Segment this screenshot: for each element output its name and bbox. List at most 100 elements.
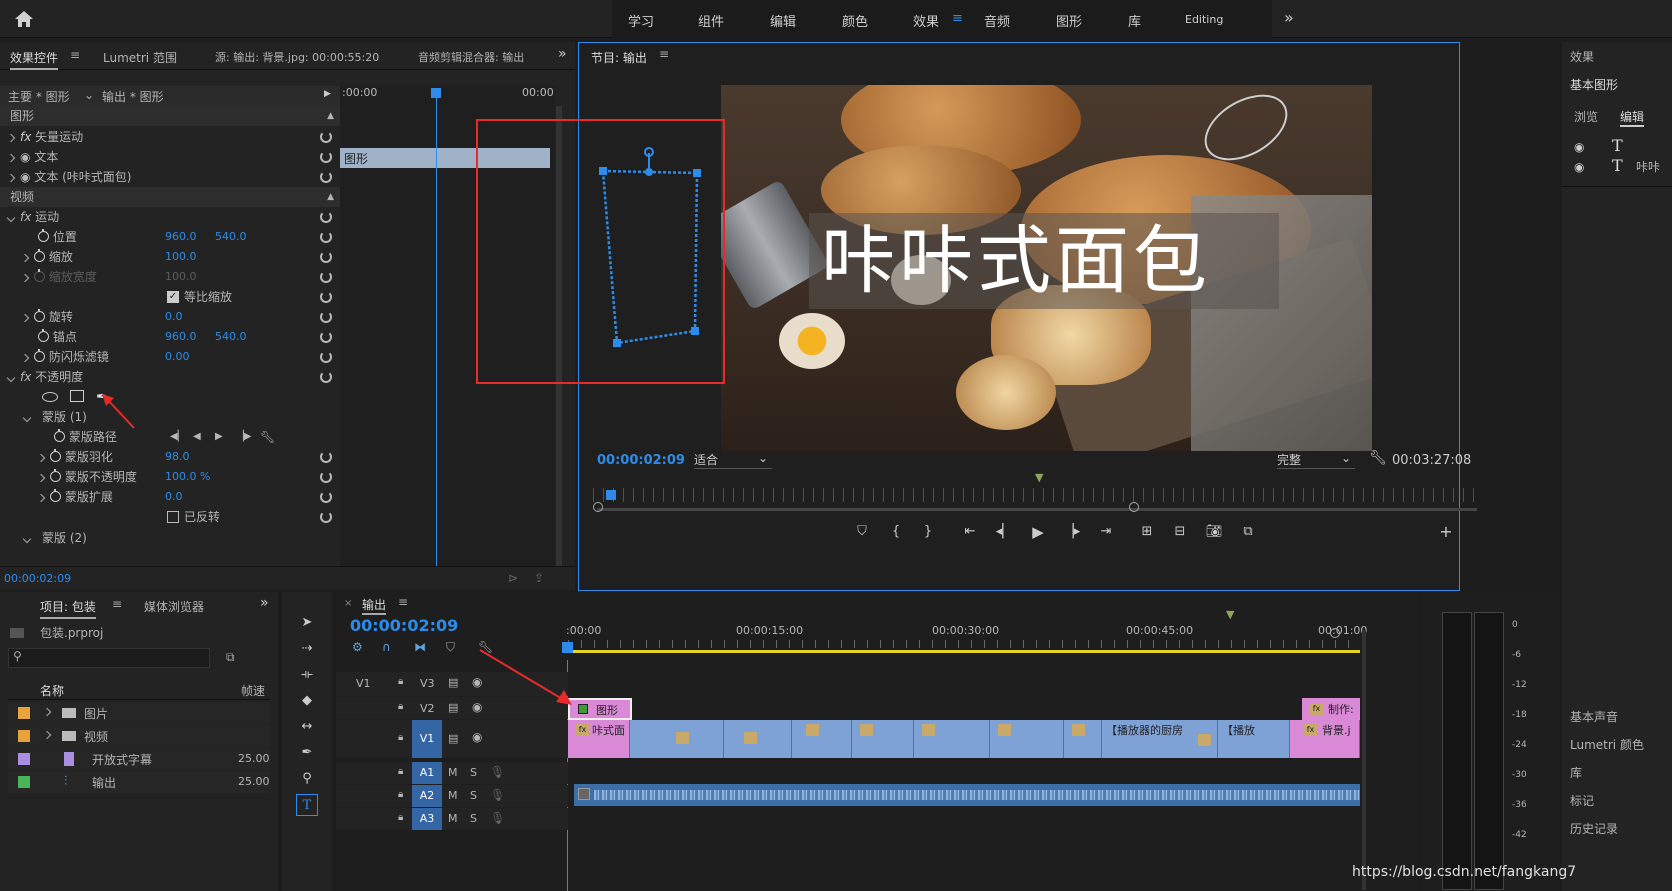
program-timecode[interactable]: 00:00:02:09 [597, 453, 685, 468]
track-select-tool-icon[interactable]: ⇢ [296, 638, 318, 660]
tab-lumetri-scopes[interactable]: Lumetri 范围 [103, 49, 177, 66]
audio-clip-a2[interactable] [574, 784, 1360, 806]
text-layer-row-2[interactable]: ◉ 文本 (咔咔式面包) [0, 167, 340, 187]
timeline-vscroll[interactable] [1362, 630, 1366, 890]
mask-opacity-row[interactable]: 蒙版不透明度 100.0 % [0, 467, 340, 487]
filter-icon[interactable]: ⊳ [508, 571, 518, 585]
work-area-bar[interactable] [568, 650, 1360, 653]
mask-expand-row[interactable]: 蒙版扩展 0.0 [0, 487, 340, 507]
eye-icon[interactable]: ◉ [20, 170, 30, 184]
reset-icon[interactable] [320, 211, 332, 223]
col-fps[interactable]: 帧速 [241, 682, 271, 699]
stopwatch-icon[interactable] [34, 349, 45, 362]
stopwatch-icon[interactable] [50, 449, 61, 462]
sync-lock-icon[interactable]: ▤ [448, 732, 458, 745]
track-a1[interactable]: 🔒︎ A1 M S 🎙︎ [336, 762, 568, 784]
clip-v1-segment[interactable] [630, 720, 724, 758]
panel-overflow-icon[interactable]: » [260, 595, 269, 611]
tab-browse[interactable]: 浏览 [1574, 108, 1598, 125]
solo-button[interactable]: S [470, 812, 477, 825]
extract-icon[interactable]: ⊟ [1169, 521, 1191, 543]
go-to-out-icon[interactable]: ⇥ [1095, 521, 1117, 543]
program-title[interactable]: 节目: 输出 [591, 49, 647, 66]
add-marker-icon[interactable]: ⛉ [851, 521, 873, 543]
tab-menu-icon[interactable]: ≡ [112, 597, 122, 611]
scale-row[interactable]: 缩放 100.0 [0, 247, 340, 267]
pen-tool-icon[interactable]: ✒ [296, 742, 318, 764]
antiflicker-value[interactable]: 0.00 [165, 347, 190, 367]
anchor-y[interactable]: 540.0 [215, 327, 247, 347]
add-button[interactable]: + [1435, 521, 1457, 543]
anchor-x[interactable]: 960.0 [165, 327, 197, 347]
tab-effect-controls[interactable]: 效果控件 [10, 49, 59, 70]
stopwatch-icon[interactable] [34, 309, 45, 322]
program-time-ruler[interactable] [593, 488, 1477, 502]
list-item[interactable]: 开放式字幕 25.00 [8, 748, 270, 770]
text-layer-icon[interactable]: T [1612, 156, 1623, 175]
clip-v1-segment[interactable] [852, 720, 914, 758]
source-patch[interactable]: V1 [356, 677, 371, 690]
effects-tab[interactable]: 效果 [1570, 48, 1594, 65]
col-name[interactable]: 名称 [40, 682, 64, 699]
nest-icon[interactable]: ⚙ [352, 640, 363, 654]
workspace-effects[interactable]: 效果 [913, 11, 939, 30]
reset-icon[interactable] [320, 491, 332, 503]
stopwatch-icon[interactable] [54, 429, 65, 442]
tab-menu-icon[interactable]: ≡ [70, 48, 80, 62]
stopwatch-icon[interactable] [50, 489, 61, 502]
scroll-handle[interactable] [1330, 628, 1340, 638]
step-backward-icon[interactable]: ◀ [193, 427, 201, 447]
panel-markers[interactable]: 标记 [1570, 792, 1594, 809]
position-x[interactable]: 960.0 [165, 227, 197, 247]
mask-feather-value[interactable]: 98.0 [165, 447, 190, 467]
inverted-row[interactable]: 已反转 [0, 507, 340, 527]
stopwatch-icon[interactable] [38, 329, 49, 342]
stopwatch-icon[interactable] [34, 249, 45, 262]
wrench-icon[interactable]: 🔧︎ [1369, 450, 1387, 466]
track-a3[interactable]: 🔒︎ A3 M S 🎙︎ [336, 808, 568, 830]
sync-lock-icon[interactable]: ▤ [448, 676, 458, 689]
scale-value[interactable]: 100.0 [165, 247, 197, 267]
tab-project[interactable]: 项目: 包装 [40, 598, 96, 619]
reset-icon[interactable] [320, 251, 332, 263]
tab-menu-icon[interactable]: ≡ [398, 595, 408, 609]
clip-v1-segment[interactable] [914, 720, 990, 758]
reset-icon[interactable] [320, 151, 332, 163]
reset-icon[interactable] [320, 291, 332, 303]
workspace-menu-icon[interactable]: ≡ [952, 11, 963, 26]
reset-icon[interactable] [320, 311, 332, 323]
mask2-row[interactable]: 蒙版 (2) [0, 528, 340, 548]
clip-v2-graphic[interactable]: 图形 [568, 698, 632, 720]
ellipse-mask-icon[interactable] [42, 392, 58, 402]
eye-icon[interactable]: ◉ [472, 730, 482, 744]
quality-dropdown[interactable]: 完整 ⌄ [1277, 451, 1355, 469]
zoom-tool-icon[interactable]: ⚲ [296, 768, 318, 790]
rectangle-mask-icon[interactable] [70, 390, 84, 402]
program-zoom-bar[interactable] [597, 508, 1477, 511]
mini-playhead[interactable] [436, 96, 437, 571]
reset-icon[interactable] [320, 131, 332, 143]
reset-icon[interactable] [320, 271, 332, 283]
wrench-icon[interactable]: 🔧︎ [260, 427, 275, 447]
ripple-edit-tool-icon[interactable]: ⟛ [296, 664, 318, 686]
close-icon[interactable]: × [344, 598, 352, 609]
lift-icon[interactable]: ⊞ [1136, 521, 1158, 543]
step-back-icon[interactable]: ◂▏ [993, 521, 1015, 543]
search-input[interactable]: ⚲ [8, 648, 210, 668]
track-target-v1[interactable]: V1 [412, 720, 442, 758]
play-only-icon[interactable]: ▶ [324, 89, 331, 99]
play-icon[interactable]: ▶ [1027, 521, 1049, 543]
home-icon[interactable] [14, 10, 34, 28]
sequence-clip-label[interactable]: 输出 * 图形 [102, 88, 164, 105]
mask-path-row[interactable]: 蒙版路径 ◀▏ ◀ ▶ ▕▶ 🔧︎ [0, 427, 340, 447]
panel-essential-sound[interactable]: 基本声音 [1570, 708, 1618, 725]
reset-icon[interactable] [320, 471, 332, 483]
tab-media-browser[interactable]: 媒体浏览器 [144, 598, 204, 615]
lock-icon[interactable]: 🔒︎ [398, 812, 403, 823]
microphone-icon[interactable]: 🎙︎ [490, 765, 505, 779]
vector-motion-row[interactable]: fx 矢量运动 [0, 127, 340, 147]
uniform-scale-row[interactable]: ✓ 等比缩放 [0, 287, 340, 307]
snap-icon[interactable]: ∩ [382, 640, 391, 654]
add-marker-icon[interactable]: ⛉ [446, 640, 455, 655]
clip-v1-segment[interactable] [1064, 720, 1102, 758]
